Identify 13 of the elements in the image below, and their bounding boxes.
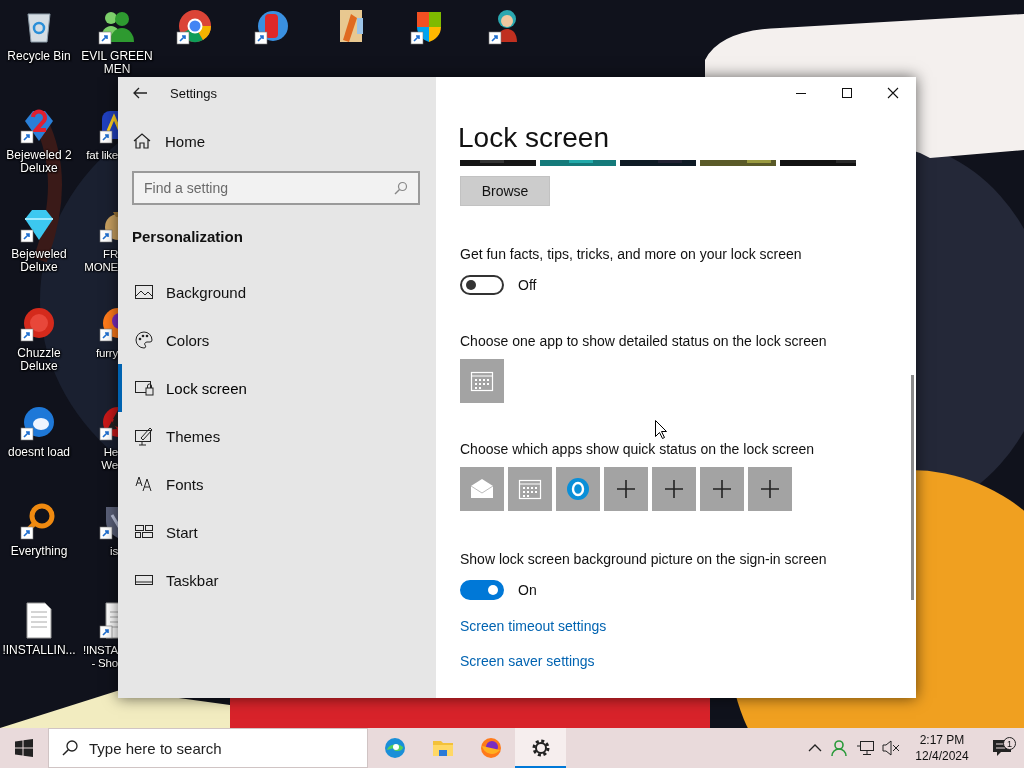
windows-logo-icon xyxy=(15,739,33,757)
fox-icon xyxy=(479,736,503,760)
caret-up-icon xyxy=(808,743,822,753)
notification-badge: 1 xyxy=(1003,737,1016,750)
edge-icon xyxy=(383,736,407,760)
taskbar-app[interactable] xyxy=(515,728,566,768)
monitor-icon xyxy=(856,740,874,756)
notifications-button[interactable]: 1 xyxy=(980,739,1024,757)
speaker-muted-icon xyxy=(882,740,900,756)
clock-button[interactable]: 2:17 PM 12/4/2024 xyxy=(904,732,980,764)
search-icon xyxy=(62,740,78,756)
taskbar-search-field[interactable]: Type here to search xyxy=(48,728,368,768)
people-icon xyxy=(830,739,848,757)
